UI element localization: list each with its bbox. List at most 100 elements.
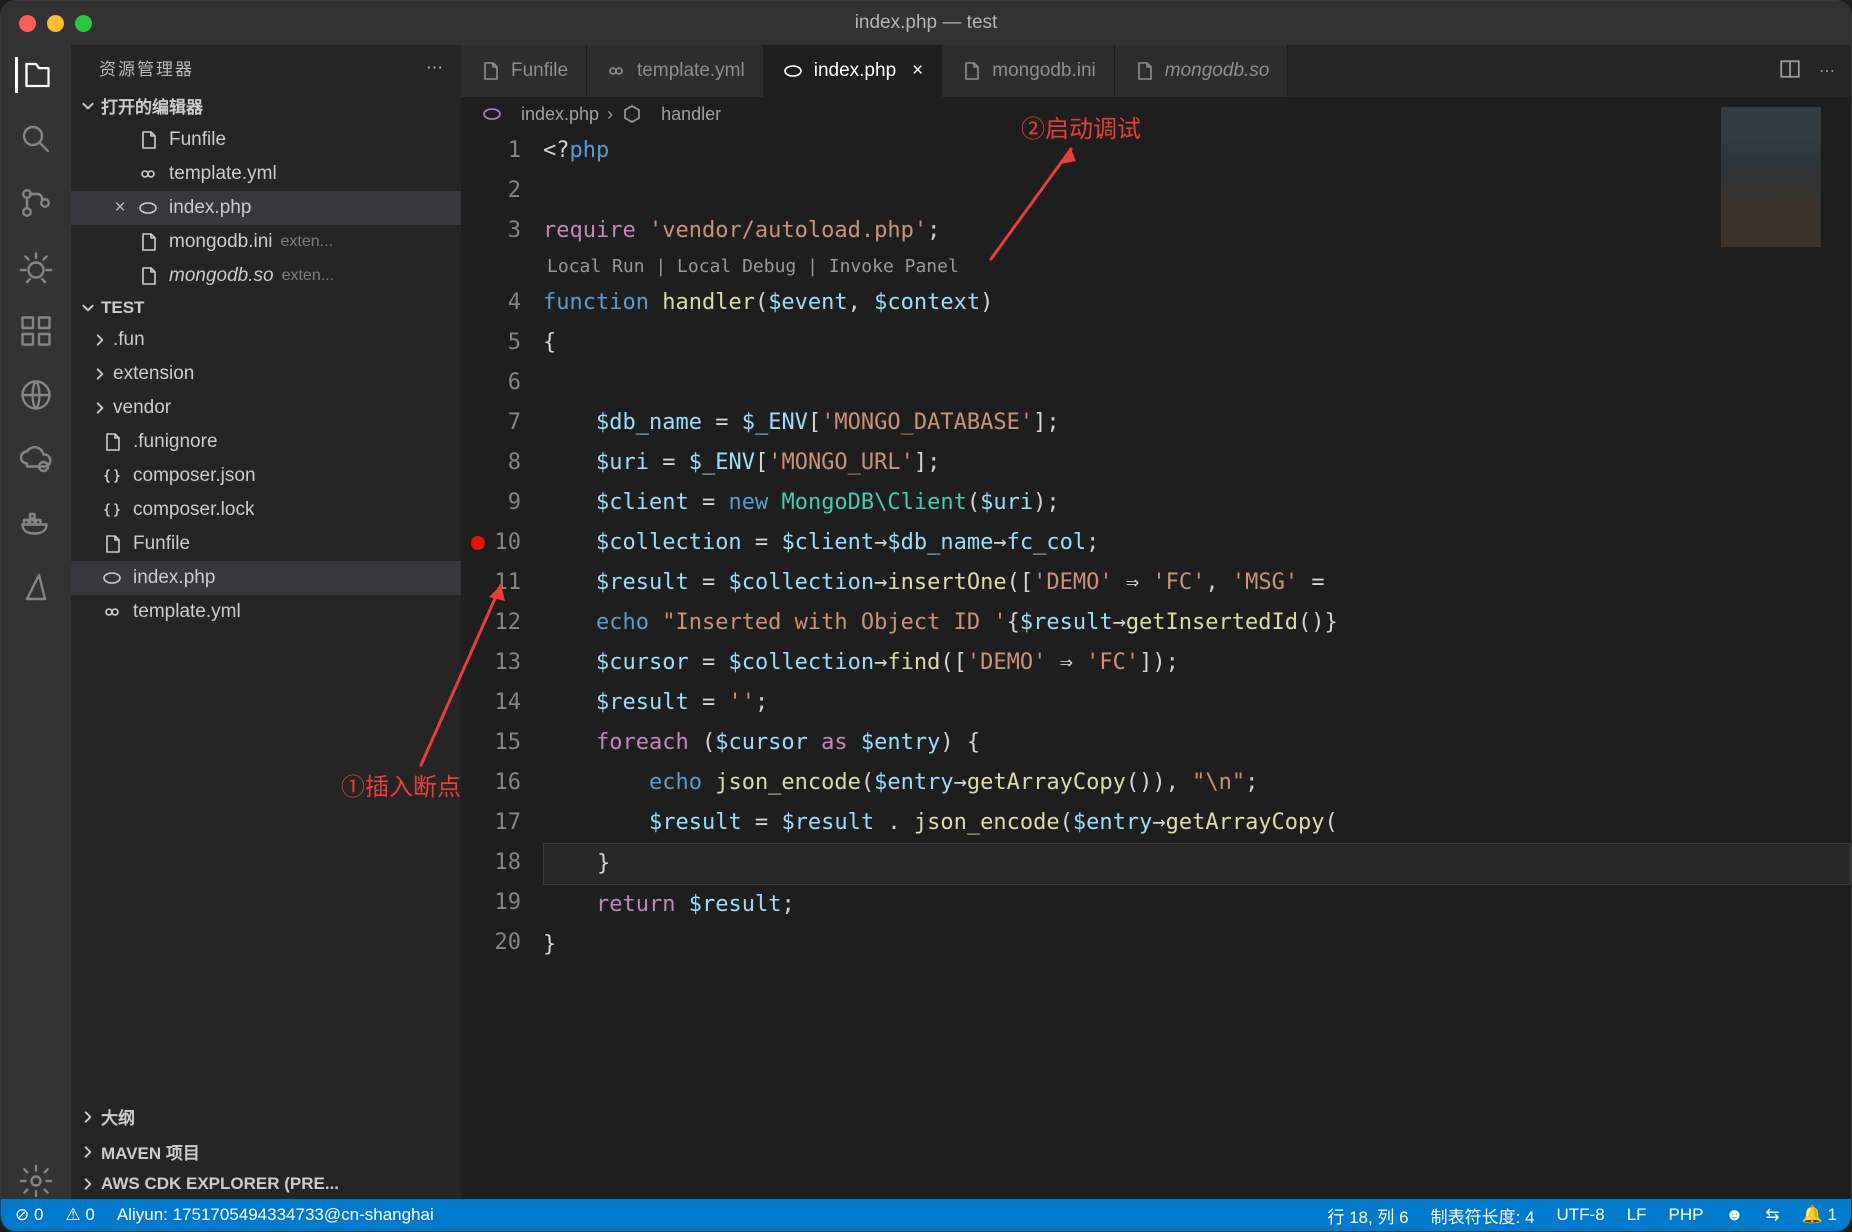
editor-tab[interactable]: mongodb.ini	[942, 45, 1115, 97]
open-editor-item[interactable]: Funfile	[71, 123, 461, 157]
file-item[interactable]: index.php	[71, 561, 461, 595]
minimap[interactable]	[1711, 97, 1851, 297]
split-editor-icon[interactable]	[1779, 58, 1801, 85]
file-item[interactable]: composer.json	[71, 459, 461, 493]
chevron-right-icon: ›	[607, 104, 613, 125]
more-icon[interactable]: ⋯	[426, 58, 445, 78]
breakpoint-icon[interactable]	[471, 536, 485, 550]
status-warnings[interactable]: ⚠ 0	[65, 1205, 94, 1225]
folder-item[interactable]: extension	[71, 357, 461, 391]
line-number[interactable]: 17	[461, 803, 521, 843]
extensions-icon[interactable]	[18, 313, 54, 349]
line-number[interactable]: 13	[461, 643, 521, 683]
file-item[interactable]: Funfile	[71, 527, 461, 561]
close-window[interactable]	[19, 15, 36, 32]
explorer-icon[interactable]	[15, 57, 54, 93]
editor-tab[interactable]: Funfile	[461, 45, 587, 97]
sidebar-section[interactable]: AWS CDK EXPLORER (PRE...	[71, 1169, 461, 1199]
folder-item[interactable]: vendor	[71, 391, 461, 425]
line-number[interactable]: 14	[461, 683, 521, 723]
status-eol[interactable]: LF	[1627, 1205, 1647, 1225]
codelens[interactable]: Local Run | Local Debug | Invoke Panel	[543, 251, 1851, 283]
line-number[interactable]: 19	[461, 883, 521, 923]
code-line[interactable]: function handler($event, $context)	[543, 283, 1851, 323]
open-editor-item[interactable]: template.yml	[71, 157, 461, 191]
line-number[interactable]: 11	[461, 563, 521, 603]
code-line[interactable]: require 'vendor/autoload.php';	[543, 211, 1851, 251]
file-item[interactable]: template.yml	[71, 595, 461, 629]
code-line[interactable]: $result = $collection→insertOne(['DEMO' …	[543, 563, 1851, 603]
code-line[interactable]	[543, 363, 1851, 403]
code-line[interactable]: $result = $result . json_encode($entry→g…	[543, 803, 1851, 843]
php-icon	[782, 60, 804, 82]
code-line[interactable]: echo "Inserted with Object ID '{$result→…	[543, 603, 1851, 643]
line-number[interactable]: 3	[461, 211, 521, 251]
azure-icon[interactable]	[18, 569, 54, 605]
line-number[interactable]: 4	[461, 283, 521, 323]
sidebar-section[interactable]: MAVEN 项目	[71, 1134, 461, 1169]
minimize-window[interactable]	[47, 15, 64, 32]
line-number[interactable]: 6	[461, 363, 521, 403]
open-editor-item[interactable]: mongodb.so exten...	[71, 259, 461, 293]
file-item[interactable]: .funignore	[71, 425, 461, 459]
status-aliyun[interactable]: Aliyun: 1751705494334733@cn-shanghai	[117, 1205, 434, 1225]
status-language[interactable]: PHP	[1669, 1205, 1704, 1225]
editor-tab[interactable]: index.php ×	[764, 45, 943, 97]
code-line[interactable]: $uri = $_ENV['MONGO_URL'];	[543, 443, 1851, 483]
line-number[interactable]: 20	[461, 923, 521, 963]
feedback-icon[interactable]: ☻	[1726, 1205, 1744, 1225]
open-editors-section[interactable]: 打开的编辑器	[71, 88, 461, 123]
close-icon[interactable]: ×	[912, 60, 923, 82]
bell-icon[interactable]: 🔔 1	[1802, 1205, 1837, 1225]
debug-icon[interactable]	[18, 249, 54, 285]
line-number[interactable]: 18	[461, 843, 521, 883]
folder-item[interactable]: .fun	[71, 323, 461, 357]
maximize-window[interactable]	[75, 15, 92, 32]
code-line[interactable]: }	[543, 843, 1851, 885]
line-number[interactable]: 5	[461, 323, 521, 363]
more-icon[interactable]: ⋯	[1819, 61, 1835, 81]
live-share-icon[interactable]: ⇆	[1765, 1205, 1779, 1225]
code-line[interactable]: echo json_encode($entry→getArrayCopy()),…	[543, 763, 1851, 803]
docker-icon[interactable]	[18, 505, 54, 541]
settings-gear-icon[interactable]	[18, 1163, 54, 1199]
code-line[interactable]: {	[543, 323, 1851, 363]
source-control-icon[interactable]	[18, 185, 54, 221]
workspace-section[interactable]: TEST	[71, 293, 461, 323]
open-editor-item[interactable]: × index.php	[71, 191, 461, 225]
line-number[interactable]: 12	[461, 603, 521, 643]
status-errors[interactable]: ⊘ 0	[15, 1205, 43, 1225]
status-position[interactable]: 行 18, 列 6	[1327, 1203, 1408, 1228]
line-number[interactable]: 1	[461, 131, 521, 171]
close-icon[interactable]: ×	[111, 197, 129, 219]
line-number[interactable]: 16	[461, 763, 521, 803]
remote-icon[interactable]	[18, 377, 54, 413]
code-line[interactable]: $db_name = $_ENV['MONGO_DATABASE'];	[543, 403, 1851, 443]
status-indentation[interactable]: 制表符长度: 4	[1431, 1203, 1535, 1228]
code-editor[interactable]: 1 2 3 4 5 6 7 8 9 10 11 12 13 14 15 16 1…	[461, 131, 1851, 1199]
code-line[interactable]: }	[543, 925, 1851, 965]
line-number[interactable]: 10	[461, 523, 521, 563]
code-line[interactable]: foreach ($cursor as $entry) {	[543, 723, 1851, 763]
line-number[interactable]: 2	[461, 171, 521, 211]
file-item[interactable]: composer.lock	[71, 493, 461, 527]
editor-tab[interactable]: template.yml	[587, 45, 764, 97]
line-number[interactable]: 9	[461, 483, 521, 523]
sidebar-section[interactable]: 大纲	[71, 1099, 461, 1134]
line-number[interactable]: 15	[461, 723, 521, 763]
breadcrumb[interactable]: index.php › handler	[461, 97, 1851, 131]
editor-tab[interactable]: mongodb.so	[1115, 45, 1289, 97]
code-line[interactable]: $client = new MongoDB\Client($uri);	[543, 483, 1851, 523]
aliyun-icon[interactable]	[18, 441, 54, 477]
line-number[interactable]: 8	[461, 443, 521, 483]
line-number[interactable]: 7	[461, 403, 521, 443]
code-line[interactable]: return $result;	[543, 885, 1851, 925]
status-encoding[interactable]: UTF-8	[1557, 1205, 1605, 1225]
code-line[interactable]: <?php	[543, 131, 1851, 171]
search-icon[interactable]	[18, 121, 54, 157]
open-editor-item[interactable]: mongodb.ini exten...	[71, 225, 461, 259]
code-line[interactable]: $cursor = $collection→find(['DEMO' ⇒ 'FC…	[543, 643, 1851, 683]
code-line[interactable]: $result = '';	[543, 683, 1851, 723]
code-line[interactable]: $collection = $client→$db_name→fc_col;	[543, 523, 1851, 563]
code-line[interactable]	[543, 171, 1851, 211]
